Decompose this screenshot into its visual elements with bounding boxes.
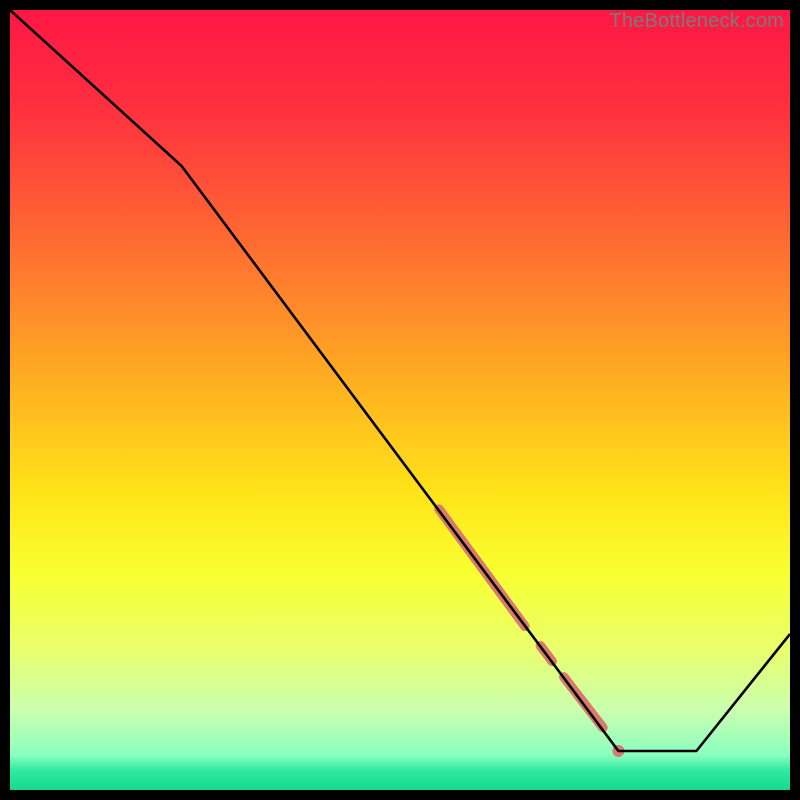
gradient-bg: [10, 10, 790, 790]
chart-svg: [10, 10, 790, 790]
chart-frame: TheBottleneck.com: [10, 10, 790, 790]
watermark-text: TheBottleneck.com: [609, 10, 784, 33]
